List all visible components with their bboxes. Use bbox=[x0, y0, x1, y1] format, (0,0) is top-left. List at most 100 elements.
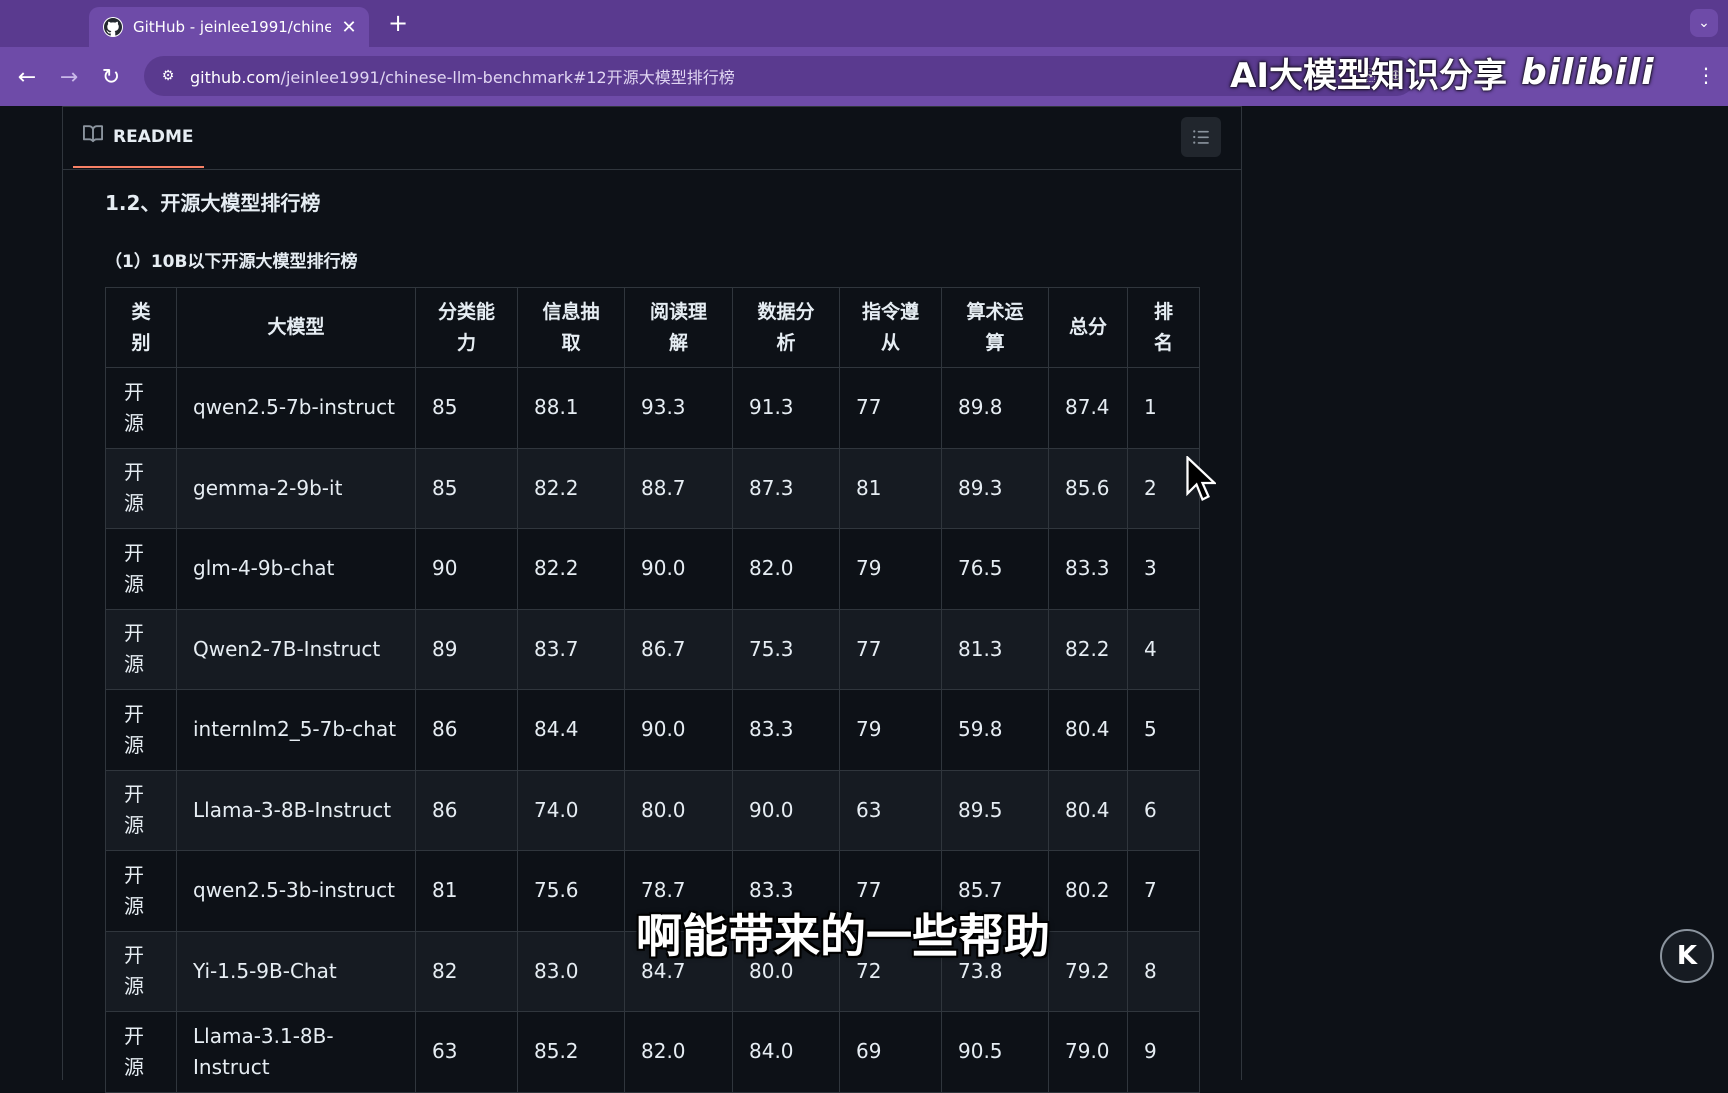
cell-category: 开源 bbox=[105, 689, 177, 771]
url-text: github.com/jeinlee1991/chinese-llm-bench… bbox=[190, 68, 735, 87]
cell-model: qwen2.5-7b-instruct bbox=[176, 367, 416, 449]
cell-reading: 80.0 bbox=[624, 769, 733, 851]
cell-instruction: 81 bbox=[839, 447, 942, 529]
cell-model: gemma-2-9b-it bbox=[176, 447, 416, 529]
reload-icon[interactable]: ↻ bbox=[96, 62, 126, 92]
cell-reading: 93.3 bbox=[624, 367, 733, 449]
cell-extraction: 82.2 bbox=[517, 528, 625, 610]
site-info-icon[interactable]: ⚙ bbox=[158, 66, 178, 86]
cell-classification: 86 bbox=[415, 769, 518, 851]
cell-rank: 1 bbox=[1127, 367, 1200, 449]
cell-rank: 8 bbox=[1127, 930, 1200, 1012]
new-tab-button[interactable]: + bbox=[384, 9, 412, 37]
cell-model: qwen2.5-3b-instruct bbox=[176, 850, 416, 932]
forward-arrow-icon[interactable]: → bbox=[54, 62, 84, 92]
cell-reading: 88.7 bbox=[624, 447, 733, 529]
cell-category: 开源 bbox=[105, 930, 177, 1012]
header-instruction: 指令遵从 bbox=[839, 287, 942, 368]
cell-extraction: 84.4 bbox=[517, 689, 625, 771]
address-bar[interactable]: ⚙ github.com/jeinlee1991/chinese-llm-ben… bbox=[144, 56, 1416, 96]
cell-total: 80.4 bbox=[1048, 769, 1128, 851]
header-classification: 分类能力 bbox=[415, 287, 518, 368]
benchmark-table: 类别 大模型 分类能力 信息抽取 阅读理解 数据分析 指令遵从 算术运算 总分 … bbox=[105, 287, 1200, 1093]
cell-instruction: 79 bbox=[839, 528, 942, 610]
cell-arithmetic: 89.8 bbox=[941, 367, 1049, 449]
table-row: 开源 qwen2.5-7b-instruct 85 88.1 93.3 91.3 77 89.… bbox=[105, 367, 1200, 449]
table-body: 开源 qwen2.5-7b-instruct 85 88.1 93.3 91.3 77 89.… bbox=[105, 367, 1200, 1093]
cell-classification: 90 bbox=[415, 528, 518, 610]
cell-total: 79.2 bbox=[1048, 930, 1128, 1012]
cell-rank: 6 bbox=[1127, 769, 1200, 851]
cell-data-analysis: 83.3 bbox=[732, 689, 840, 771]
cell-category: 开源 bbox=[105, 769, 177, 851]
readme-tab[interactable]: README bbox=[73, 107, 204, 168]
cell-category: 开源 bbox=[105, 850, 177, 932]
cell-arithmetic: 59.8 bbox=[941, 689, 1049, 771]
cell-instruction: 77 bbox=[839, 608, 942, 690]
cell-classification: 82 bbox=[415, 930, 518, 1012]
cell-data-analysis: 87.3 bbox=[732, 447, 840, 529]
close-tab-icon[interactable]: ✕ bbox=[339, 17, 359, 38]
cell-extraction: 75.6 bbox=[517, 850, 625, 932]
mouse-cursor-icon bbox=[1186, 456, 1216, 502]
cell-arithmetic: 89.3 bbox=[941, 447, 1049, 529]
cell-data-analysis: 91.3 bbox=[732, 367, 840, 449]
cell-reading: 90.0 bbox=[624, 528, 733, 610]
readme-header: README bbox=[63, 107, 1241, 170]
cell-instruction: 77 bbox=[839, 367, 942, 449]
video-watermark: AI大模型知识分享 bilibili bbox=[1230, 48, 1655, 97]
cell-extraction: 83.7 bbox=[517, 608, 625, 690]
cell-total: 83.3 bbox=[1048, 528, 1128, 610]
header-total: 总分 bbox=[1048, 287, 1128, 368]
cell-instruction: 79 bbox=[839, 689, 942, 771]
cell-extraction: 83.0 bbox=[517, 930, 625, 1012]
bilibili-logo: bilibili bbox=[1520, 52, 1655, 93]
cell-rank: 7 bbox=[1127, 850, 1200, 932]
subsection-heading: （1）10B以下开源大模型排行榜 bbox=[105, 252, 358, 272]
cell-model: Yi-1.5-9B-Chat bbox=[176, 930, 416, 1012]
k-logo-badge[interactable]: K bbox=[1660, 929, 1714, 983]
video-subtitle: 啊能带来的一些帮助 bbox=[636, 909, 1050, 963]
table-row: 开源 gemma-2-9b-it 85 82.2 88.7 87.3 81 89.3 85.6 2 bbox=[105, 447, 1200, 529]
cell-total: 87.4 bbox=[1048, 367, 1128, 449]
cell-classification: 85 bbox=[415, 367, 518, 449]
cell-classification: 89 bbox=[415, 608, 518, 690]
cell-classification: 86 bbox=[415, 689, 518, 771]
back-arrow-icon[interactable]: ← bbox=[12, 62, 42, 92]
cell-category: 开源 bbox=[105, 528, 177, 610]
cell-category: 开源 bbox=[105, 608, 177, 690]
section-heading: 1.2、开源大模型排行榜 bbox=[105, 191, 321, 215]
cell-total: 82.2 bbox=[1048, 608, 1128, 690]
cell-category: 开源 bbox=[105, 447, 177, 529]
cell-model: Qwen2-7B-Instruct bbox=[176, 608, 416, 690]
cell-classification: 85 bbox=[415, 447, 518, 529]
table-row: 开源 internlm2_5-7b-chat 86 84.4 90.0 83.3 79 59.… bbox=[105, 689, 1200, 771]
cell-data-analysis: 82.0 bbox=[732, 528, 840, 610]
more-menu-icon[interactable]: ⋮ bbox=[1696, 63, 1716, 87]
tab-title: GitHub - jeinlee1991/chinese bbox=[133, 18, 331, 36]
cell-total: 80.4 bbox=[1048, 689, 1128, 771]
table-row: 开源 Llama-3-8B-Instruct 86 74.0 80.0 90.0 63 89.… bbox=[105, 769, 1200, 851]
cell-rank: 3 bbox=[1127, 528, 1200, 610]
outline-list-icon[interactable] bbox=[1181, 117, 1221, 157]
cell-arithmetic: 81.3 bbox=[941, 608, 1049, 690]
header-model: 大模型 bbox=[176, 287, 416, 368]
watermark-text: AI大模型知识分享 bbox=[1230, 56, 1507, 96]
cell-total: 85.6 bbox=[1048, 447, 1128, 529]
header-category: 类别 bbox=[105, 287, 177, 368]
readme-tab-label: README bbox=[113, 126, 194, 147]
github-icon bbox=[103, 17, 123, 37]
cell-category: 开源 bbox=[105, 367, 177, 449]
table-header-row: 类别 大模型 分类能力 信息抽取 阅读理解 数据分析 指令遵从 算术运算 总分 … bbox=[105, 287, 1200, 368]
header-data-analysis: 数据分析 bbox=[732, 287, 840, 368]
cell-extraction: 74.0 bbox=[517, 769, 625, 851]
cell-rank: 4 bbox=[1127, 608, 1200, 690]
cell-reading: 90.0 bbox=[624, 689, 733, 771]
cell-model: Llama-3-8B-Instruct bbox=[176, 769, 416, 851]
header-rank: 排名 bbox=[1127, 287, 1200, 368]
tab-search-chevron-icon[interactable]: ⌄ bbox=[1690, 9, 1718, 37]
browser-tab-github[interactable]: GitHub - jeinlee1991/chinese ✕ bbox=[89, 7, 369, 47]
header-reading: 阅读理解 bbox=[624, 287, 733, 368]
cell-classification: 81 bbox=[415, 850, 518, 932]
cell-arithmetic: 76.5 bbox=[941, 528, 1049, 610]
